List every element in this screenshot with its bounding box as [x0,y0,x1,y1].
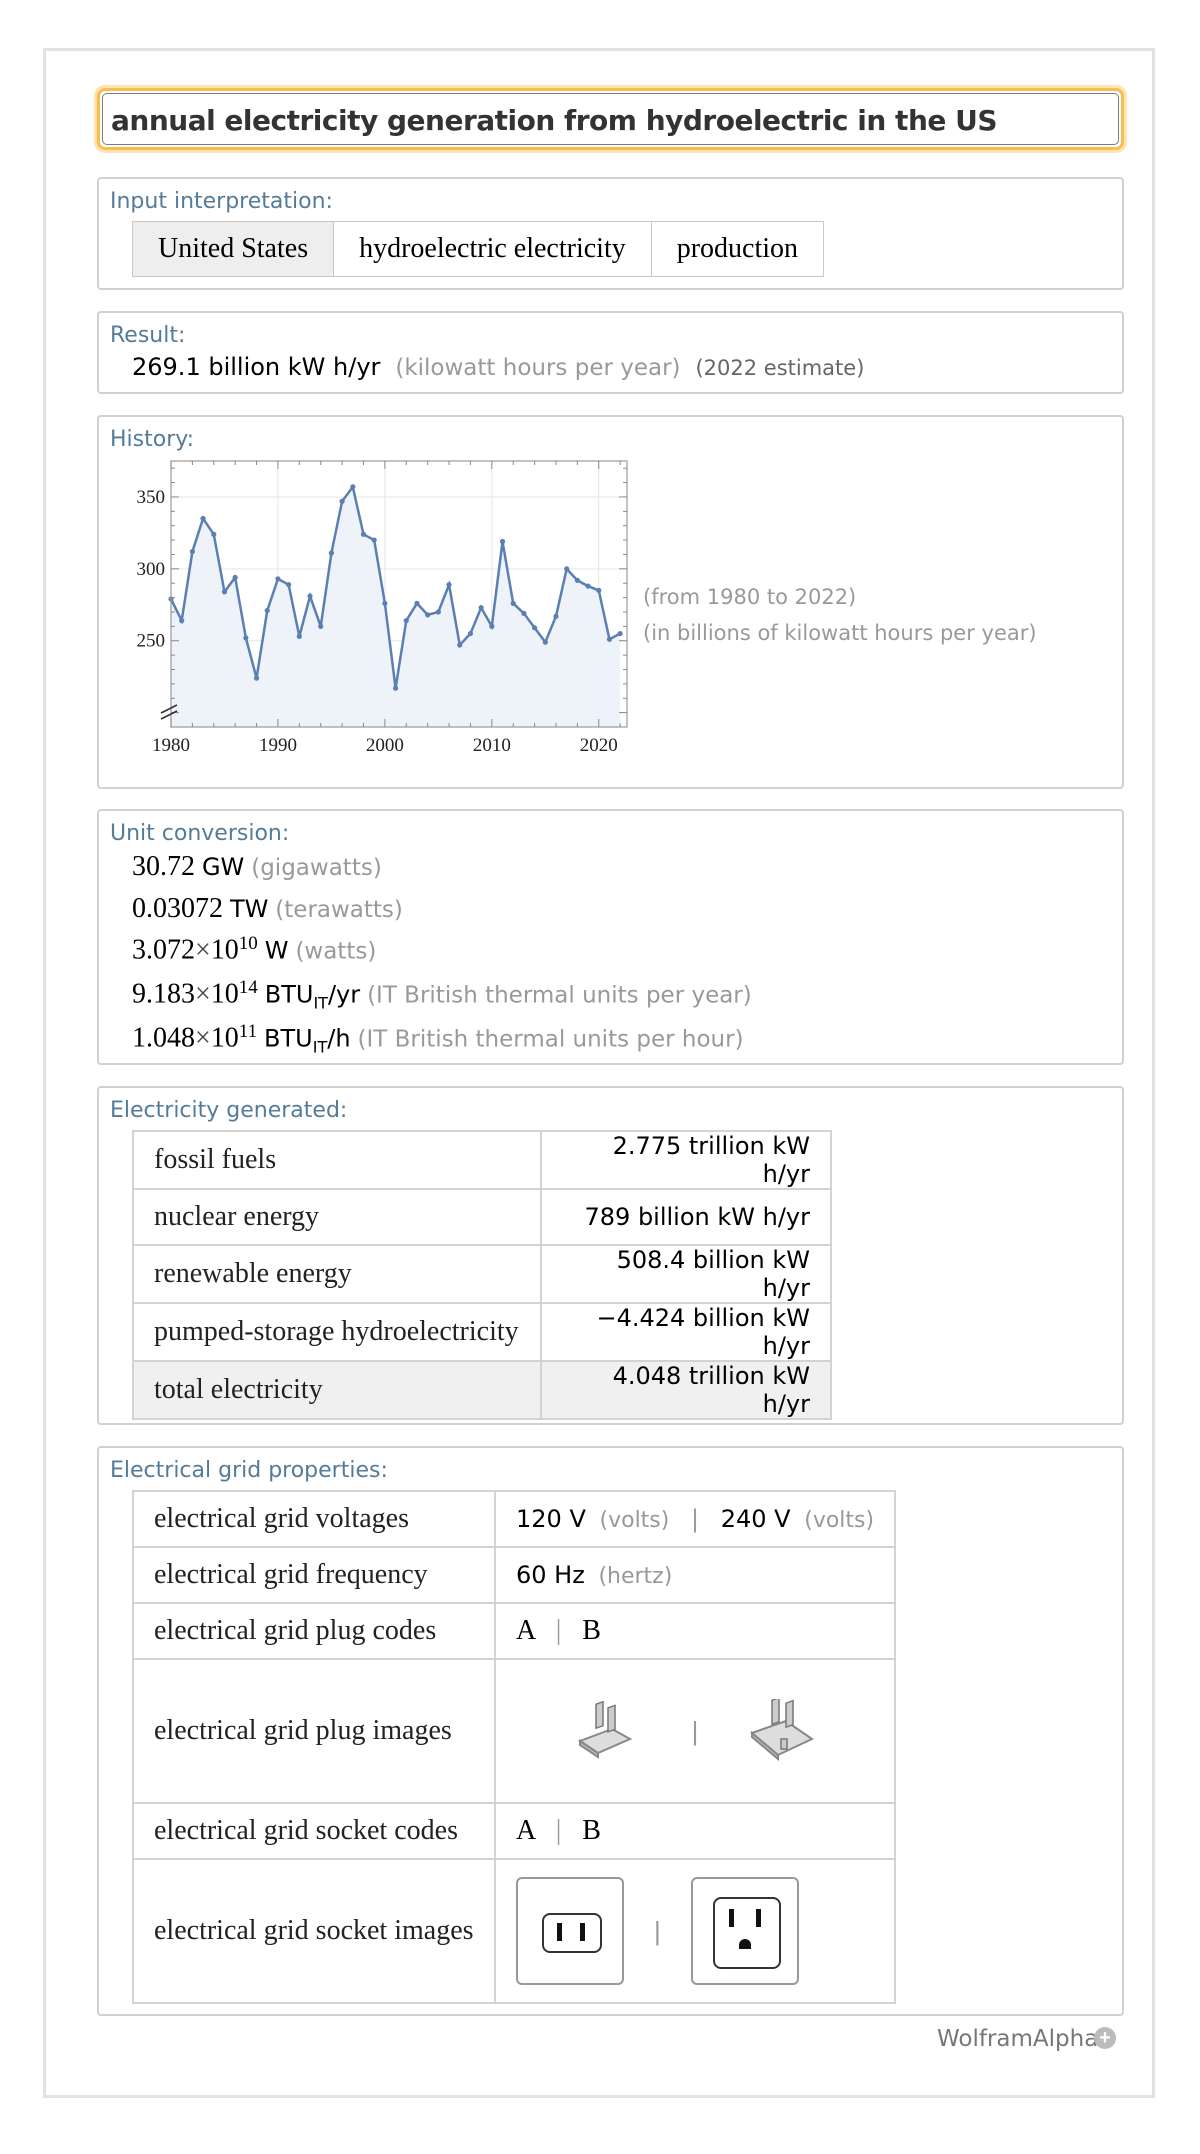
data-point [403,618,409,624]
socket-b-icon [690,1877,799,1985]
result-note: (2022 estimate) [695,356,865,380]
table-row: electrical grid plug codes A | B [132,1602,897,1660]
data-point [221,589,228,595]
grid-properties-table: electrical grid voltages 120 V (volts) |… [132,1490,897,2004]
data-point [275,576,281,582]
data-point [510,600,516,606]
data-point [350,484,356,490]
plus-circle-icon[interactable]: + [1094,2027,1116,2049]
electricity-generated-pod: Electricity generated: fossil fuels 2.77… [97,1086,1124,1425]
data-point [360,531,367,537]
data-point [211,531,217,537]
table-row: electrical grid plug images | [132,1658,897,1804]
table-row: pumped-storage hydroelectricity −4.424 b… [132,1302,832,1362]
data-point [425,612,431,618]
data-point [414,600,420,606]
table-row: nuclear energy 789 billion kW h/yr [132,1188,832,1246]
plug-b-icon [750,1699,815,1762]
socket-a-icon [516,1877,624,1985]
query-input[interactable]: annual electricity generation from hydro… [97,88,1124,150]
input-interpretation-pod: Input interpretation: United States hydr… [97,177,1124,290]
history-chart[interactable]: 250 300 350 1980 1990 2000 2010 2020 [99,447,639,787]
data-point [232,574,238,581]
data-point [200,515,206,522]
pod-title: Electricity generated: [110,1098,348,1123]
interpretation-quantity[interactable]: hydroelectric electricity [333,222,651,276]
data-point [286,582,292,588]
table-row: electrical grid socket images | [132,1858,897,2004]
conversion-row: 0.03072 TW (terawatts) [132,893,403,924]
data-point [542,639,548,645]
data-point [489,623,495,629]
data-point [371,537,377,543]
pod-title: Unit conversion: [110,821,290,846]
data-point [564,566,570,572]
data-point [553,613,559,619]
table-row: electrical grid frequency 60 Hz (hertz) [132,1546,897,1604]
data-point [264,607,270,614]
data-point [339,498,345,504]
history-units-note: (in billions of kilowatt hours per year) [643,621,1037,645]
query-text[interactable]: annual electricity generation from hydro… [111,104,998,137]
data-point [596,587,602,594]
data-point [499,538,506,545]
x-tick-label: 2020 [580,735,618,756]
data-point [478,605,484,611]
data-point [189,548,195,555]
result-value: 269.1 billion kW h/yr [132,353,381,381]
data-point [179,618,185,624]
data-point [521,610,527,617]
x-tick-label: 1990 [259,735,297,756]
table-row: electrical grid socket codes A | B [132,1802,897,1860]
x-tick-label: 2000 [366,735,404,756]
interpretation-table: United States hydroelectric electricity … [132,221,825,277]
y-tick-label: 250 [137,631,166,652]
generation-table: fossil fuels 2.775 trillion kW h/yr nucl… [132,1130,832,1420]
grid-properties-pod: Electrical grid properties: electrical g… [97,1446,1124,2016]
conversion-row: 3.072×1010 W (watts) [132,933,377,966]
table-row: fossil fuels 2.775 trillion kW h/yr [132,1130,832,1190]
data-point [574,577,580,583]
result-pod: Result: 269.1 billion kW h/yr (kilowatt … [97,311,1124,394]
y-tick-label: 350 [137,487,166,508]
data-point [446,582,452,588]
pod-title: Input interpretation: [110,189,333,214]
result-desc: (kilowatt hours per year) [395,355,681,381]
data-point [382,600,388,606]
data-point [243,635,249,641]
data-point [392,685,399,691]
data-point [296,633,302,640]
conversion-row: 30.72 GW (gigawatts) [132,851,382,882]
data-point [606,636,613,642]
data-point [328,550,335,556]
data-point [585,583,591,589]
data-point [253,675,260,681]
conversion-row: 9.183×1014 BTUIT/yr (IT British thermal … [132,977,752,1013]
x-tick-label: 2010 [473,735,511,756]
x-tick-label: 1980 [152,735,190,756]
history-range-note: (from 1980 to 2022) [643,585,857,609]
table-row: electrical grid voltages 120 V (volts) |… [132,1490,897,1548]
data-point [457,642,463,648]
interpretation-property[interactable]: production [650,222,823,276]
pod-title: Result: [110,323,186,348]
y-tick-label: 300 [137,559,166,580]
data-point [467,630,474,637]
result-line: 269.1 billion kW h/yr (kilowatt hours pe… [132,353,864,382]
unit-conversion-pod: Unit conversion: 30.72 GW (gigawatts) 0.… [97,809,1124,1065]
table-row: renewable energy 508.4 billion kW h/yr [132,1244,832,1304]
data-point [307,593,313,599]
table-row-total: total electricity 4.048 trillion kW h/yr [132,1360,832,1420]
history-pod: History: 250 300 350 1980 1990 2000 2010 2020 (… [97,415,1124,789]
wolframalpha-brand[interactable]: WolframAlpha [937,2026,1098,2052]
pod-title: Electrical grid properties: [110,1458,388,1483]
data-point [617,630,623,637]
data-point [532,625,538,631]
data-point [435,609,441,615]
plug-a-icon [577,1701,632,1759]
data-point [318,623,324,629]
interpretation-country[interactable]: United States [133,222,334,276]
conversion-row: 1.048×1011 BTUIT/h (IT British thermal u… [132,1021,744,1057]
